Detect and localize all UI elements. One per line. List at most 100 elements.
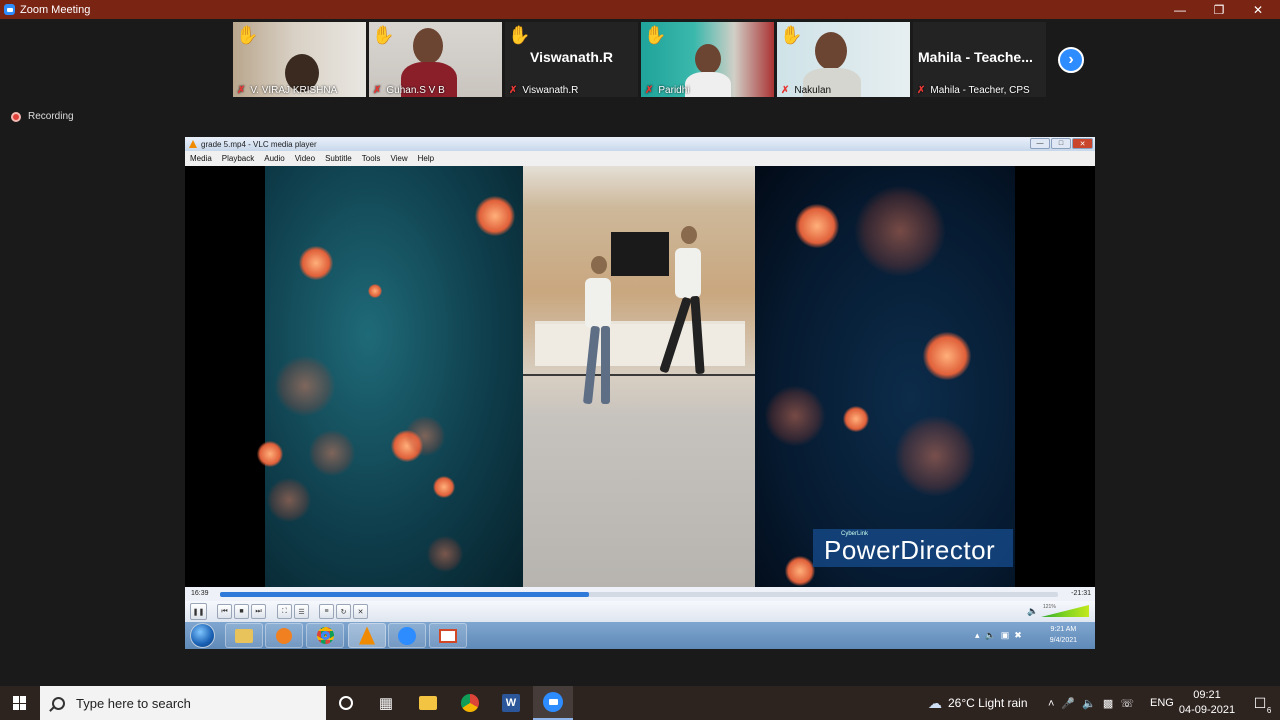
menu-tools[interactable]: Tools bbox=[362, 154, 381, 163]
menu-subtitle[interactable]: Subtitle bbox=[325, 154, 352, 163]
pause-button[interactable]: ❚❚ bbox=[190, 603, 207, 620]
raised-hand-icon: ✋ bbox=[372, 25, 395, 45]
search-icon bbox=[52, 696, 65, 710]
powerpoint-taskbar-button[interactable] bbox=[429, 623, 467, 648]
vlc-taskbar-button[interactable] bbox=[348, 623, 386, 648]
loop-button[interactable]: ↻ bbox=[336, 604, 351, 619]
vlc-minimize-button[interactable]: — bbox=[1030, 138, 1050, 149]
chrome-icon bbox=[316, 627, 334, 644]
participant-tile[interactable]: ✋ ✗ Guhan.S V B bbox=[369, 22, 502, 97]
shuffle-button[interactable]: ✕ bbox=[353, 604, 368, 619]
participant-name: Guhan.S V B bbox=[386, 85, 445, 96]
chrome-button[interactable] bbox=[450, 686, 490, 720]
minimize-button[interactable]: — bbox=[1160, 0, 1200, 19]
fullscreen-button[interactable]: ⛶ bbox=[277, 604, 292, 619]
extended-settings-button[interactable]: ☰ bbox=[294, 604, 309, 619]
participant-tile[interactable]: ✋ ✗ V. VIRAJ KRISHNA bbox=[233, 22, 366, 97]
bokeh-panel-right bbox=[755, 166, 1015, 587]
cortana-circle-icon bbox=[339, 696, 353, 710]
playlist-button[interactable]: ≡ bbox=[319, 604, 334, 619]
seek-bar-area: 16:39 -21:31 bbox=[185, 587, 1095, 601]
word-button[interactable]: W bbox=[491, 686, 531, 720]
menu-audio[interactable]: Audio bbox=[264, 154, 284, 163]
speaker-icon[interactable]: 🔈 bbox=[1027, 606, 1038, 617]
desktop: Zoom Meeting — ❐ ✕ ✋ ✗ V. VIRAJ KRISHNA ✋… bbox=[0, 0, 1280, 720]
vlc-maximize-button[interactable]: □ bbox=[1051, 138, 1071, 149]
notification-icon: ☐ 6 bbox=[1253, 694, 1272, 715]
media-player-taskbar-button[interactable] bbox=[265, 623, 303, 648]
task-view-icon: ▦ bbox=[378, 695, 394, 712]
weather-widget[interactable]: ☁ 26°C Light rain bbox=[928, 686, 1028, 720]
vlc-controls: ❚❚ ⏮ ■ ⏭ ⛶ ☰ ≡ ↻ ✕ 🔈 121% bbox=[185, 601, 1095, 622]
participant-tile[interactable]: ✋ ✗ Paridhi bbox=[641, 22, 774, 97]
seek-slider[interactable] bbox=[220, 592, 1058, 597]
previous-button[interactable]: ⏮ bbox=[217, 604, 232, 619]
record-icon bbox=[11, 111, 21, 122]
windows-start-orb-icon[interactable] bbox=[190, 623, 215, 648]
taskbar-clock[interactable]: 09:21 04-09-2021 bbox=[1174, 688, 1240, 718]
system-tray-icons[interactable]: ˄🎤🔈▩☏ bbox=[1048, 686, 1141, 720]
file-explorer-button[interactable] bbox=[408, 686, 448, 720]
inner-windows-taskbar: ▴🔈▣✖ 9:21 AM 9/4/2021 bbox=[185, 622, 1095, 649]
zoom-app-icon bbox=[4, 4, 15, 15]
participant-tile[interactable]: ✋ Viswanath.R ✗ Viswanath.R bbox=[505, 22, 638, 97]
recording-indicator[interactable]: Recording bbox=[11, 111, 74, 122]
participant-tile[interactable]: ✋ ✗ Nakulan bbox=[777, 22, 910, 97]
remaining-time: -21:31 bbox=[1071, 590, 1091, 597]
folder-icon bbox=[419, 696, 437, 710]
zoom-icon bbox=[398, 626, 416, 645]
vlc-close-button[interactable]: ✕ bbox=[1072, 138, 1093, 149]
notification-count: 6 bbox=[1266, 705, 1272, 715]
next-participants-button[interactable]: › bbox=[1058, 47, 1084, 73]
playlist-icon: ≡ bbox=[324, 608, 329, 615]
explorer-taskbar-button[interactable] bbox=[225, 623, 263, 648]
weather-text: 26°C Light rain bbox=[948, 696, 1028, 710]
participant-tile[interactable]: Mahila - Teache... ✗ Mahila - Teacher, CP… bbox=[913, 22, 1046, 97]
bokeh-panel-left bbox=[257, 166, 523, 587]
next-button[interactable]: ⏭ bbox=[251, 604, 266, 619]
cloud-rain-icon: ☁ bbox=[928, 694, 942, 711]
equalizer-icon: ☰ bbox=[298, 608, 305, 616]
cortana-button[interactable] bbox=[326, 686, 366, 720]
pause-icon: ❚❚ bbox=[192, 608, 205, 616]
action-center-button[interactable]: ☐ 6 bbox=[1240, 686, 1280, 720]
language-indicator[interactable]: ENG bbox=[1150, 686, 1174, 720]
zoom-taskbar-button[interactable] bbox=[388, 623, 426, 648]
menu-view[interactable]: View bbox=[390, 154, 407, 163]
next-icon: ⏭ bbox=[255, 607, 262, 615]
raised-hand-icon: ✋ bbox=[644, 25, 667, 45]
inner-clock[interactable]: 9:21 AM 9/4/2021 bbox=[1050, 624, 1077, 646]
close-button[interactable]: ✕ bbox=[1238, 0, 1278, 19]
restore-button[interactable]: ❐ bbox=[1199, 0, 1239, 19]
menu-help[interactable]: Help bbox=[418, 154, 434, 163]
participant-name: V. VIRAJ KRISHNA bbox=[250, 85, 338, 96]
raised-hand-icon: ✋ bbox=[508, 25, 531, 45]
word-icon: W bbox=[502, 694, 520, 712]
menu-playback[interactable]: Playback bbox=[222, 154, 254, 163]
zoom-button[interactable] bbox=[533, 686, 573, 720]
vlc-cone-icon bbox=[189, 140, 197, 148]
start-button[interactable] bbox=[0, 686, 40, 720]
chevron-right-icon: › bbox=[1068, 51, 1074, 68]
folder-icon bbox=[235, 628, 253, 643]
stop-button[interactable]: ■ bbox=[234, 604, 249, 619]
dance-video-panel bbox=[523, 166, 755, 587]
zoom-title-bar: Zoom Meeting — ❐ ✕ bbox=[0, 0, 1280, 19]
vlc-cone-icon bbox=[359, 626, 375, 645]
windows-logo-icon bbox=[13, 696, 27, 710]
volume-label: 121% bbox=[1043, 604, 1056, 610]
vlc-title: grade 5.mp4 - VLC media player bbox=[201, 139, 317, 149]
task-view-button[interactable]: ▦ bbox=[366, 686, 406, 720]
video-frame[interactable]: CyberLink PowerDirector bbox=[185, 166, 1095, 587]
media-player-icon bbox=[276, 627, 292, 644]
search-placeholder: Type here to search bbox=[76, 695, 191, 711]
recording-label: Recording bbox=[28, 111, 74, 122]
menu-video[interactable]: Video bbox=[295, 154, 315, 163]
taskbar-search[interactable]: Type here to search bbox=[40, 686, 326, 720]
chrome-taskbar-button[interactable] bbox=[306, 623, 344, 648]
muted-mic-icon: ✗ bbox=[645, 85, 654, 96]
inner-system-tray[interactable]: ▴🔈▣✖ bbox=[975, 630, 1027, 641]
powerdirector-watermark: CyberLink PowerDirector bbox=[813, 529, 1013, 567]
menu-media[interactable]: Media bbox=[190, 154, 212, 163]
watermark-text: PowerDirector bbox=[824, 535, 996, 565]
